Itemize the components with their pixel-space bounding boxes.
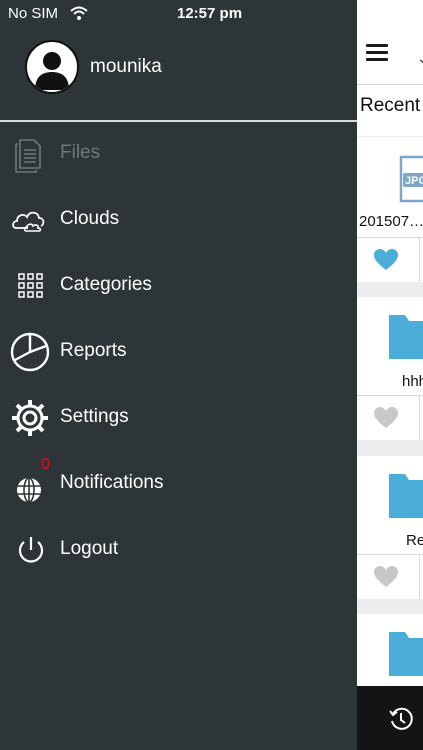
folder-card[interactable]: Re <box>357 456 423 554</box>
hamburger-icon[interactable] <box>366 44 388 62</box>
profile-header[interactable]: mounika <box>0 28 357 120</box>
menu-item-logout[interactable]: Logout <box>0 520 357 580</box>
card-actions <box>357 554 423 599</box>
menu-label: Reports <box>60 340 127 361</box>
svg-text:JPG: JPG <box>405 175 423 187</box>
menu-label: Notifications <box>60 472 164 493</box>
pie-chart-icon <box>10 332 50 372</box>
folder-icon <box>389 632 423 676</box>
user-avatar-icon[interactable] <box>25 40 79 94</box>
notification-badge: 0 <box>41 456 50 473</box>
section-title: Recent <box>360 95 421 116</box>
folder-name: Re <box>406 532 423 549</box>
menu-item-files[interactable]: Files <box>0 124 357 184</box>
file-card[interactable]: JPG 201507… <box>357 137 423 237</box>
jpg-file-icon: JPG <box>399 155 423 203</box>
files-icon <box>15 139 41 173</box>
file-name: 201507… <box>359 213 423 230</box>
divider <box>419 555 420 599</box>
top-toolbar: ⌄ <box>357 0 423 84</box>
divider <box>419 238 420 282</box>
menu-label: Files <box>60 142 101 163</box>
wifi-icon <box>70 6 88 20</box>
menu-item-categories[interactable]: Categories <box>0 256 357 316</box>
section-header: Recent <box>357 84 423 136</box>
divider <box>0 120 357 122</box>
folder-card[interactable]: hhh <box>357 297 423 395</box>
menu-item-reports[interactable]: Reports <box>0 322 357 382</box>
menu-label: Settings <box>60 406 129 427</box>
folder-card[interactable] <box>357 614 423 686</box>
grid-icon <box>18 273 43 298</box>
menu-item-settings[interactable]: Settings <box>0 388 357 448</box>
history-icon[interactable] <box>388 706 414 732</box>
main-content-panel: ⌄ Recent JPG 201507… hhh Re <box>357 0 423 750</box>
menu-item-notifications[interactable]: 0 Notifications <box>0 454 357 514</box>
card-actions <box>357 395 423 440</box>
card-actions <box>357 237 423 282</box>
cloud-icon <box>12 211 45 232</box>
power-icon <box>18 537 44 563</box>
menu-item-clouds[interactable]: Clouds <box>0 190 357 250</box>
folder-icon <box>389 474 423 518</box>
menu-label: Logout <box>60 538 119 559</box>
heart-icon[interactable] <box>373 406 399 430</box>
folder-icon <box>389 315 423 359</box>
heart-icon[interactable] <box>373 565 399 589</box>
gear-icon <box>12 400 48 436</box>
clock: 12:57 pm <box>177 5 243 22</box>
folder-name: hhh <box>402 373 423 390</box>
divider <box>419 396 420 440</box>
bottom-toolbar <box>357 686 423 750</box>
menu-label: Clouds <box>60 208 120 229</box>
heart-icon[interactable] <box>373 248 399 272</box>
menu-label: Categories <box>60 274 152 295</box>
username: mounika <box>90 56 162 77</box>
chevron-down-icon[interactable]: ⌄ <box>417 50 423 67</box>
carrier-label: No SIM <box>8 5 59 22</box>
